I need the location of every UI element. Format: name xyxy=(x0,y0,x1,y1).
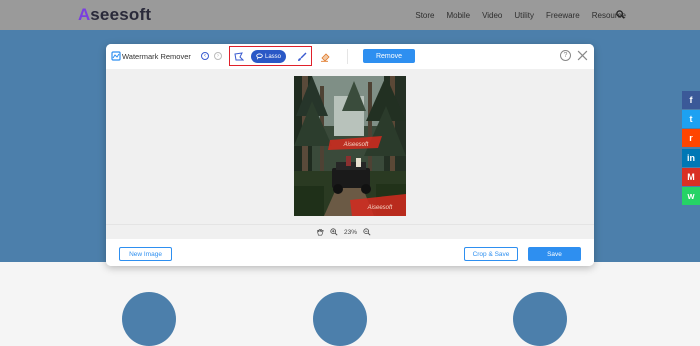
site-logo[interactable]: A seesoft xyxy=(78,6,151,24)
nav-utility[interactable]: Utility xyxy=(514,11,534,20)
feature-circle xyxy=(313,292,367,346)
gmail-icon[interactable]: M xyxy=(682,167,700,186)
save-button[interactable]: Save xyxy=(528,247,581,261)
lasso-label: Lasso xyxy=(264,53,281,60)
forest-jeep-photo: Aiseesoft Aiseesoft xyxy=(294,76,406,216)
hand-pan-icon[interactable] xyxy=(316,228,324,236)
watermark-text: Aiseesoft xyxy=(343,142,369,148)
main-nav: Store Mobile Video Utility Freeware Reso… xyxy=(403,0,626,30)
app-icon xyxy=(111,51,121,61)
zoom-controls: 23% xyxy=(316,228,371,236)
watermark-text: Aiseesoft xyxy=(367,205,393,211)
help-icon[interactable]: ? xyxy=(560,50,571,61)
lasso-icon xyxy=(256,53,263,60)
zoom-out-icon[interactable] xyxy=(363,228,371,236)
brush-icon[interactable] xyxy=(297,52,307,62)
dialog-title: Watermark Remover xyxy=(122,52,191,61)
dialog-header: Watermark Remover ‹ › Lasso Remove ? xyxy=(106,44,594,69)
site-header: A seesoft Store Mobile Video Utility Fre… xyxy=(0,0,700,30)
feature-circle xyxy=(122,292,176,346)
lasso-tool-button[interactable]: Lasso xyxy=(251,50,286,63)
redo-icon[interactable]: › xyxy=(214,52,222,60)
toolbar-divider xyxy=(347,49,348,64)
watermark-remover-dialog: Watermark Remover ‹ › Lasso Remove ? Ais… xyxy=(106,44,594,266)
eraser-icon[interactable] xyxy=(320,52,330,62)
crop-and-save-button[interactable]: Crop & Save xyxy=(464,247,518,261)
social-share-bar: f t r in M w xyxy=(682,91,700,206)
polygonal-lasso-icon[interactable] xyxy=(234,52,244,62)
dialog-footer: New Image Crop & Save Save xyxy=(106,239,594,266)
logo-text: seesoft xyxy=(90,5,152,24)
undo-icon[interactable]: ‹ xyxy=(201,52,209,60)
reddit-icon[interactable]: r xyxy=(682,129,700,148)
new-image-button[interactable]: New Image xyxy=(119,247,172,261)
zoom-bar: 23% xyxy=(106,224,594,239)
nav-mobile[interactable]: Mobile xyxy=(446,11,470,20)
remove-button[interactable]: Remove xyxy=(363,49,415,63)
facebook-icon[interactable]: f xyxy=(682,91,700,109)
twitter-icon[interactable]: t xyxy=(682,110,700,129)
linkedin-icon[interactable]: in xyxy=(682,148,700,167)
feature-circle xyxy=(513,292,567,346)
nav-freeware[interactable]: Freeware xyxy=(546,11,580,20)
whatsapp-icon[interactable]: w xyxy=(682,186,700,205)
search-icon[interactable] xyxy=(616,10,625,19)
close-icon[interactable] xyxy=(577,50,588,61)
editing-canvas[interactable]: Aiseesoft Aiseesoft xyxy=(106,69,594,224)
edited-image[interactable]: Aiseesoft Aiseesoft xyxy=(294,76,406,216)
nav-video[interactable]: Video xyxy=(482,11,502,20)
zoom-in-icon[interactable] xyxy=(330,228,338,236)
nav-store[interactable]: Store xyxy=(415,11,434,20)
logo-mark-icon: A xyxy=(78,5,91,24)
zoom-level: 23% xyxy=(344,228,358,236)
